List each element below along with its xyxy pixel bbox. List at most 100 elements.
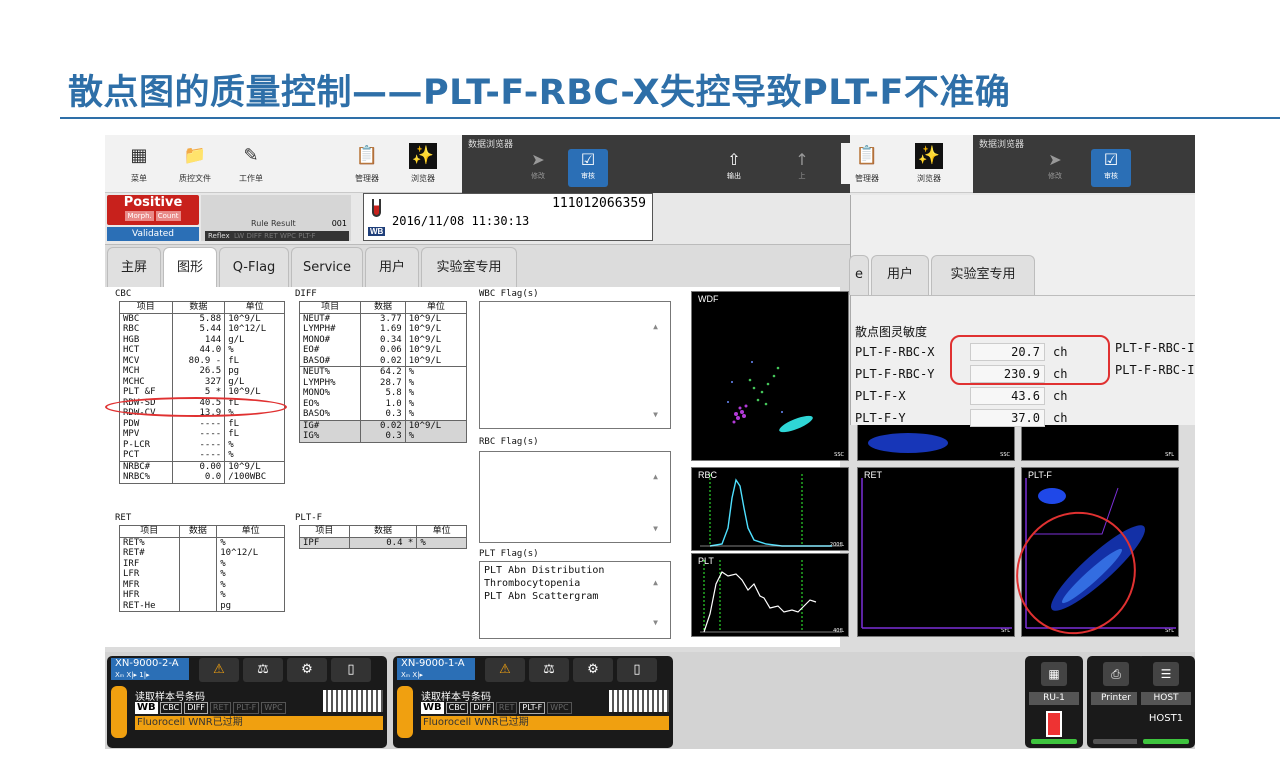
diff-table: 项目 数据 单位 NEUT# 3.77 10^9/L LYMPH# 1.69 10^9/L MON… [298, 301, 467, 443]
tab-q-flag[interactable]: Q-Flag [219, 247, 289, 287]
tab-lab[interactable]: 实验室专用 [421, 247, 517, 287]
unit-cell: % [404, 377, 467, 388]
worklist-button[interactable]: ✎ 工作单 [225, 143, 277, 184]
unit-cell: 10^9/L [404, 419, 467, 431]
tab-partial[interactable]: e [849, 255, 869, 295]
item-cell: NRBC# [119, 460, 173, 472]
scroll-down-icon[interactable]: ▼ [653, 616, 658, 629]
scroll-down-icon[interactable]: ▼ [653, 408, 658, 421]
browser-button[interactable]: ✨ 浏览器 [397, 143, 449, 184]
tab-user[interactable]: 用户 [365, 247, 419, 287]
analyzer-screenshot: ▦ 菜单 📁 质控文件 ✎ 工作单 📋 管理器 ✨ 浏览器 数据浏览器 ➤ 修改 ☑ 审核 ⇧… [105, 135, 1195, 749]
table-row: LFR% [119, 569, 285, 580]
table-row: RBC 5.44 10^12/L [119, 324, 285, 335]
wbc-flags-box[interactable]: ▲ ▼ [479, 301, 671, 429]
tab-user-2[interactable]: 用户 [871, 255, 929, 295]
value-cell: 64.2 [360, 366, 406, 378]
plt-histogram: PLT 40fL [691, 553, 849, 637]
value-cell: 26.5 [171, 366, 225, 377]
scroll-up-icon[interactable]: ▲ [653, 320, 658, 333]
unit-cell: 10^12/L [216, 548, 285, 559]
item-cell: IG# [298, 419, 361, 431]
edit-button-2[interactable]: ➤ 修改 [1035, 149, 1075, 187]
reagent-icon[interactable]: ⚙ [287, 658, 327, 682]
wbc-flags-title: WBC Flag(s) [479, 289, 539, 299]
scroll-up-icon[interactable]: ▲ [653, 470, 658, 483]
value-cell: 5.88 [171, 313, 225, 324]
warning-icon[interactable]: ⚠ [485, 658, 525, 682]
validate-button[interactable]: ☑ 审核 [568, 149, 608, 187]
value-cell: 5.8 [360, 388, 406, 399]
table-row: RDW-CV 13.9% [119, 408, 285, 419]
device-icon[interactable]: ▯ [331, 658, 371, 682]
table-row: MONO% 5.8% [298, 388, 467, 399]
unit-cell: % [224, 408, 285, 419]
check-icon: ☑ [580, 150, 596, 169]
value-cell [178, 548, 217, 559]
reagent-icon[interactable]: ⚙ [573, 658, 613, 682]
validate-button-2[interactable]: ☑ 审核 [1091, 149, 1131, 187]
browser-button-2[interactable]: ✨ 浏览器 [903, 143, 955, 184]
edit-button[interactable]: ➤ 修改 [518, 149, 558, 187]
ru-status-icon [1046, 711, 1062, 737]
scroll-up-icon[interactable]: ▲ [653, 576, 658, 589]
device-icon[interactable]: ▯ [617, 658, 657, 682]
item-cell: LYMPH% [298, 377, 361, 388]
value-cell: 0.06 [360, 345, 406, 356]
sensitivity-value: 37.0 [970, 409, 1045, 427]
ru-unit[interactable]: ▦ RU-1 [1025, 656, 1083, 748]
item-cell: EO# [298, 345, 361, 356]
output-button[interactable]: ⇧ 输出 [714, 149, 754, 187]
sensitivity-title: 散点图灵敏度 [855, 325, 928, 339]
analyzer-card-1[interactable]: XN-9000-2-A Xₘ X|▸ 1|▸ ⚠ ⚖ ⚙ ▯ 读取样本号条码 WB… [107, 656, 387, 748]
tab-graphics[interactable]: 图形 [163, 247, 217, 287]
tab-lab-2[interactable]: 实验室专用 [931, 255, 1035, 295]
menu-button[interactable]: ▦ 菜单 [113, 143, 165, 184]
item-cell: P-LCR [119, 439, 173, 450]
analyzer-card-2[interactable]: XN-9000-1-A Xₘ X|▸ ⚠ ⚖ ⚙ ▯ 读取样本号条码 WB CBC D… [393, 656, 673, 748]
tube-rack-icon[interactable]: ⚖ [243, 658, 283, 682]
analyzer-status-bar: XN-9000-2-A Xₘ X|▸ 1|▸ ⚠ ⚖ ⚙ ▯ 读取样本号条码 WB… [105, 652, 1195, 749]
table-row: IG# 0.02 10^9/L [298, 419, 467, 431]
folder-icon: 📁 [183, 145, 207, 166]
up-button[interactable]: ↑ 上 [782, 149, 822, 187]
value-cell: 0.3 [360, 409, 406, 420]
table-row: LYMPH# 1.69 10^9/L [298, 324, 467, 335]
item-cell: MONO% [298, 388, 361, 399]
tab-service[interactable]: Service [291, 247, 363, 287]
upload-icon: ⇧ [727, 150, 741, 169]
warning-icon[interactable]: ⚠ [199, 658, 239, 682]
table-row: NRBC% 0.0/100WBC [119, 472, 285, 483]
unit-cell: 10^9/L [224, 387, 285, 398]
wdf-scattergram: WDF SSC [691, 291, 849, 461]
host-unit[interactable]: ☰ HOST HOST1 [1137, 656, 1195, 748]
arrow-up-icon: ↑ [795, 150, 809, 169]
plt-flags-box[interactable]: PLT Abn Distribution Thrombocytopenia PL… [479, 561, 671, 639]
table-row: MCHC 327 g/L [119, 376, 285, 387]
scroll-down-icon[interactable]: ▼ [653, 522, 658, 535]
ret-table: 项目 数据 单位 RET%% RET# 10^12/L IRF% LFR% MFR% HFR% RE… [119, 525, 285, 612]
table-row: IRF% [119, 558, 285, 569]
sample-datetime: 2016/11/08 11:30:13 [392, 214, 530, 228]
manager-button[interactable]: 📋 管理器 [341, 143, 393, 184]
sensitivity-row: PLT-F-X 43.6 ch [855, 385, 1067, 407]
item-cell: MPV [119, 429, 173, 440]
item-cell: LYMPH# [298, 324, 361, 335]
table-row: P-LCR ----% [119, 439, 285, 450]
manager-button-2[interactable]: 📋 管理器 [841, 143, 893, 184]
sensitivity-label: PLT-F-X [855, 389, 906, 403]
item-cell: RET% [119, 537, 180, 548]
qc-file-button[interactable]: 📁 质控文件 [169, 143, 221, 184]
rbc-flags-box[interactable]: ▲ ▼ [479, 451, 671, 543]
value-cell: 0.34 [360, 334, 406, 345]
sensitivity-value: 43.6 [970, 387, 1045, 405]
table-row: HFR% [119, 590, 285, 601]
cbc-title: CBC [115, 289, 132, 299]
value-cell: 28.7 [360, 377, 406, 388]
value-cell: 80.9 - [171, 355, 225, 366]
item-cell: MCHC [119, 376, 173, 387]
tab-main[interactable]: 主屏 [107, 247, 161, 287]
tube-rack-icon[interactable]: ⚖ [529, 658, 569, 682]
item-cell: HGB [119, 334, 173, 345]
manager-icon: 📋 [855, 145, 879, 166]
